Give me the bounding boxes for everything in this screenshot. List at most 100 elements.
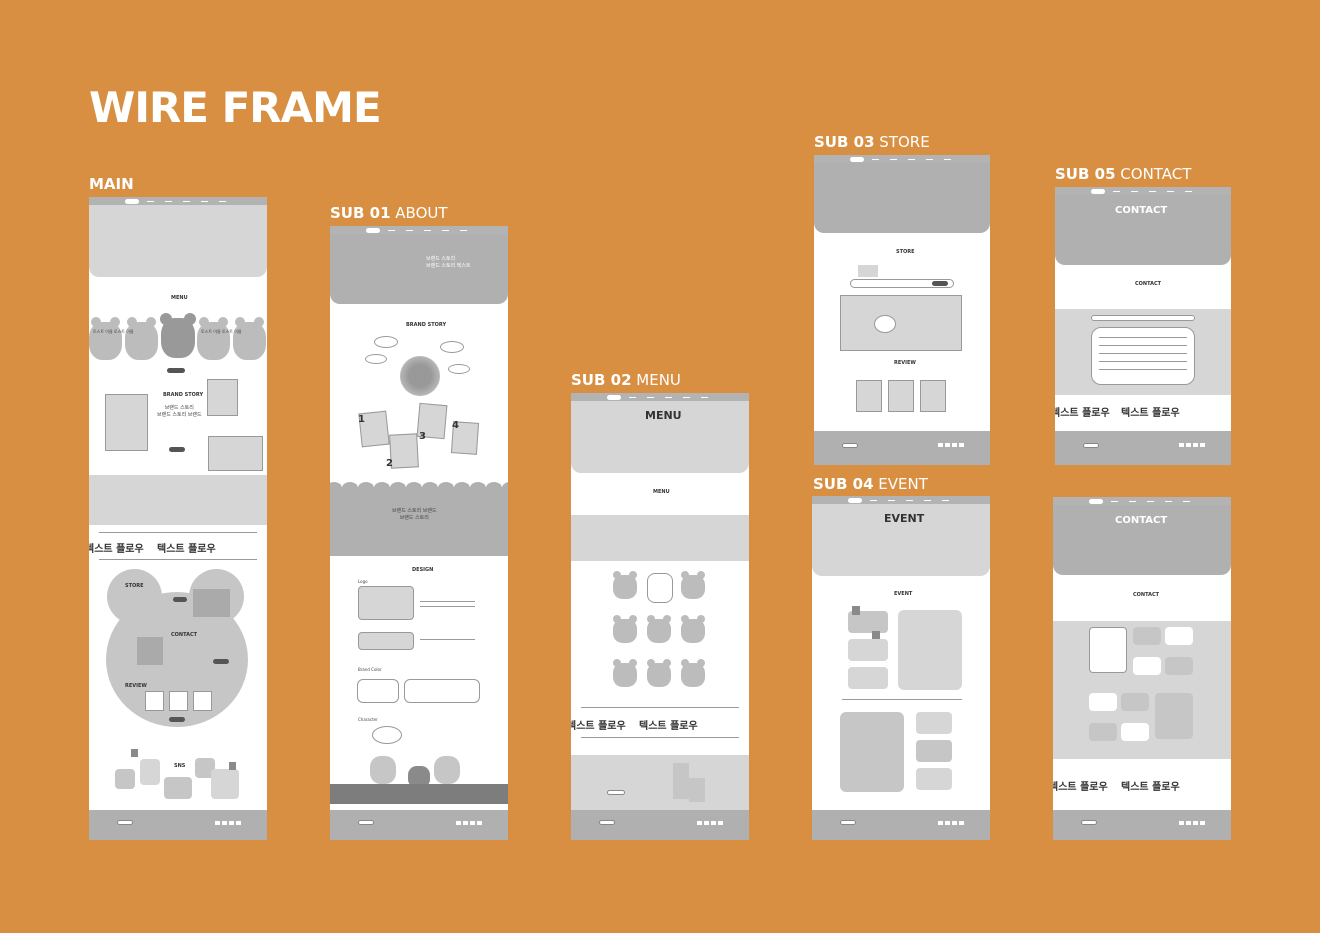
image-placeholder <box>673 763 689 799</box>
gallery-card[interactable] <box>1089 693 1117 711</box>
more-button[interactable] <box>167 368 185 373</box>
menu-item[interactable] <box>613 615 637 645</box>
store-map[interactable] <box>840 295 962 351</box>
search-button[interactable] <box>932 281 948 286</box>
menu-bear-card[interactable] <box>125 317 158 362</box>
section-label-sub02: SUB 02 MENU <box>571 371 681 389</box>
contact-form[interactable] <box>1091 327 1195 385</box>
sns-thumb[interactable] <box>211 769 239 799</box>
wireframe-sub05-contact: CONTACT CONTACT 텍스트 플로우 텍스트 플로우 <box>1055 187 1231 465</box>
character-illustration <box>434 756 460 784</box>
more-button[interactable] <box>173 597 187 602</box>
wireframe-sub01-about: 브랜드 스토리 브랜드 스토리 텍스트 BRAND STORY 1 2 3 4 … <box>330 226 508 840</box>
hero-banner <box>89 205 267 277</box>
menu-bear-card[interactable] <box>89 317 122 362</box>
more-button[interactable] <box>169 447 185 452</box>
section-label-sub04: SUB 04 EVENT <box>813 475 928 493</box>
footer <box>1055 431 1231 465</box>
gallery-card[interactable] <box>1121 693 1149 711</box>
menu-item[interactable] <box>681 615 705 645</box>
map-pin-bubble <box>874 315 896 333</box>
banner-strip <box>571 515 749 561</box>
event-feature[interactable] <box>840 712 904 792</box>
gallery-card[interactable] <box>1089 723 1117 741</box>
menu-bear-card[interactable] <box>233 317 266 362</box>
gallery-card[interactable] <box>1133 657 1161 675</box>
more-button[interactable] <box>213 659 229 664</box>
more-button[interactable] <box>607 790 625 795</box>
hero-title: MENU <box>645 409 682 422</box>
image-placeholder <box>207 379 238 416</box>
footer-logo[interactable] <box>842 443 858 448</box>
footer <box>814 431 990 465</box>
design-heading: DESIGN <box>412 567 434 573</box>
menu-item[interactable] <box>647 659 671 689</box>
section-label-sub01: SUB 01 ABOUT <box>330 204 448 222</box>
sns-heading: SNS <box>174 763 186 769</box>
footer-logo[interactable] <box>1081 820 1097 825</box>
menu-item[interactable] <box>647 615 671 645</box>
brand-story-heading: BRAND STORY <box>163 392 204 398</box>
nav-item-active <box>1089 499 1103 504</box>
speech-bubble <box>448 364 470 374</box>
sns-thumb[interactable] <box>115 769 135 789</box>
review-card[interactable] <box>145 691 164 711</box>
gallery-card[interactable] <box>1089 627 1127 673</box>
menu-item-detail[interactable] <box>647 573 673 603</box>
hero-title: CONTACT <box>1115 515 1168 526</box>
menu-item[interactable] <box>613 571 637 601</box>
event-card[interactable] <box>916 712 952 734</box>
review-card[interactable] <box>856 380 882 412</box>
event-card[interactable] <box>916 768 952 790</box>
sns-thumb[interactable] <box>140 759 160 785</box>
nav-bar <box>89 197 267 205</box>
nav-bar <box>571 393 749 401</box>
review-card[interactable] <box>920 380 946 412</box>
text-marquee: 텍스트 플로우 <box>89 544 144 555</box>
gallery-card[interactable] <box>1155 693 1193 739</box>
menu-bear-card[interactable] <box>197 317 230 362</box>
contact-search[interactable] <box>1091 315 1195 321</box>
promo-section <box>571 755 749 811</box>
footer-logo[interactable] <box>599 820 615 825</box>
menu-heading: MENU <box>171 295 188 301</box>
menu-heading: MENU <box>653 489 670 495</box>
review-card[interactable] <box>169 691 188 711</box>
menu-bear-card-active[interactable] <box>160 313 196 361</box>
footer <box>89 810 267 840</box>
gallery-card[interactable] <box>1165 627 1193 645</box>
gallery-card[interactable] <box>1165 657 1193 675</box>
footer-logo[interactable] <box>117 820 133 825</box>
review-heading: REVIEW <box>894 360 916 366</box>
review-card[interactable] <box>888 380 914 412</box>
review-card[interactable] <box>193 691 212 711</box>
menu-item[interactable] <box>681 659 705 689</box>
image-placeholder <box>689 778 705 802</box>
footer-logo[interactable] <box>358 820 374 825</box>
sns-thumb[interactable] <box>164 777 192 799</box>
brand-mascot-glow <box>400 356 440 396</box>
text-marquee: 텍스트 플로우 <box>571 721 626 732</box>
footer-logo[interactable] <box>1083 443 1099 448</box>
wireframe-sub04-event: EVENT EVENT <box>812 496 990 840</box>
event-feature[interactable] <box>898 610 962 690</box>
nav-bar <box>1055 187 1231 195</box>
nav-bar <box>814 155 990 163</box>
menu-item[interactable] <box>681 571 705 601</box>
event-card[interactable] <box>916 740 952 762</box>
gallery-card[interactable] <box>1133 627 1161 645</box>
event-card[interactable] <box>848 639 888 661</box>
store-heading: STORE <box>896 249 915 255</box>
wireframe-sub03-store: STORE REVIEW <box>814 155 990 465</box>
text-marquee: 텍스트 플로우 <box>1053 782 1108 793</box>
footer <box>330 810 508 840</box>
gallery-card[interactable] <box>1121 723 1149 741</box>
more-button[interactable] <box>169 717 185 722</box>
menu-item[interactable] <box>613 659 637 689</box>
speech-bubble <box>440 341 464 353</box>
event-card[interactable] <box>848 667 888 689</box>
footer-logo[interactable] <box>840 820 856 825</box>
nav-bar <box>1053 497 1231 505</box>
image-placeholder <box>858 265 878 277</box>
footer <box>812 810 990 840</box>
